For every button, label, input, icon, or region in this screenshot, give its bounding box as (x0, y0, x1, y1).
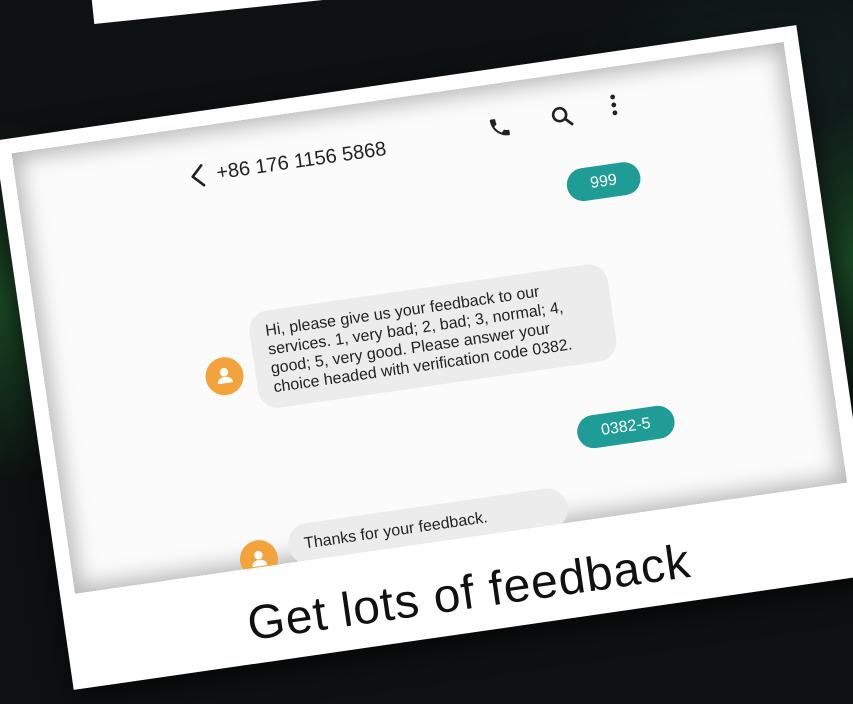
contact-avatar (237, 537, 281, 581)
search-icon[interactable] (548, 103, 575, 130)
incoming-message: Thanks for your feedback. (285, 485, 571, 567)
back-icon[interactable] (185, 162, 210, 191)
more-icon[interactable] (607, 92, 620, 117)
sms-screen: +86 176 1156 5868 999 Hi, please give us… (11, 42, 848, 594)
person-icon (218, 368, 233, 385)
person-icon (252, 551, 268, 568)
phone-icon[interactable] (486, 114, 513, 141)
incoming-message: Hi, please give us your feedback to our … (246, 261, 620, 411)
polaroid-photo: +86 176 1156 5868 999 Hi, please give us… (0, 25, 853, 690)
contact-number: +86 176 1156 5868 (214, 137, 388, 185)
photo-edge (91, 0, 363, 25)
outgoing-message: 999 (564, 160, 643, 204)
contact-avatar (203, 354, 247, 398)
outgoing-message: 0382-5 (575, 403, 677, 451)
